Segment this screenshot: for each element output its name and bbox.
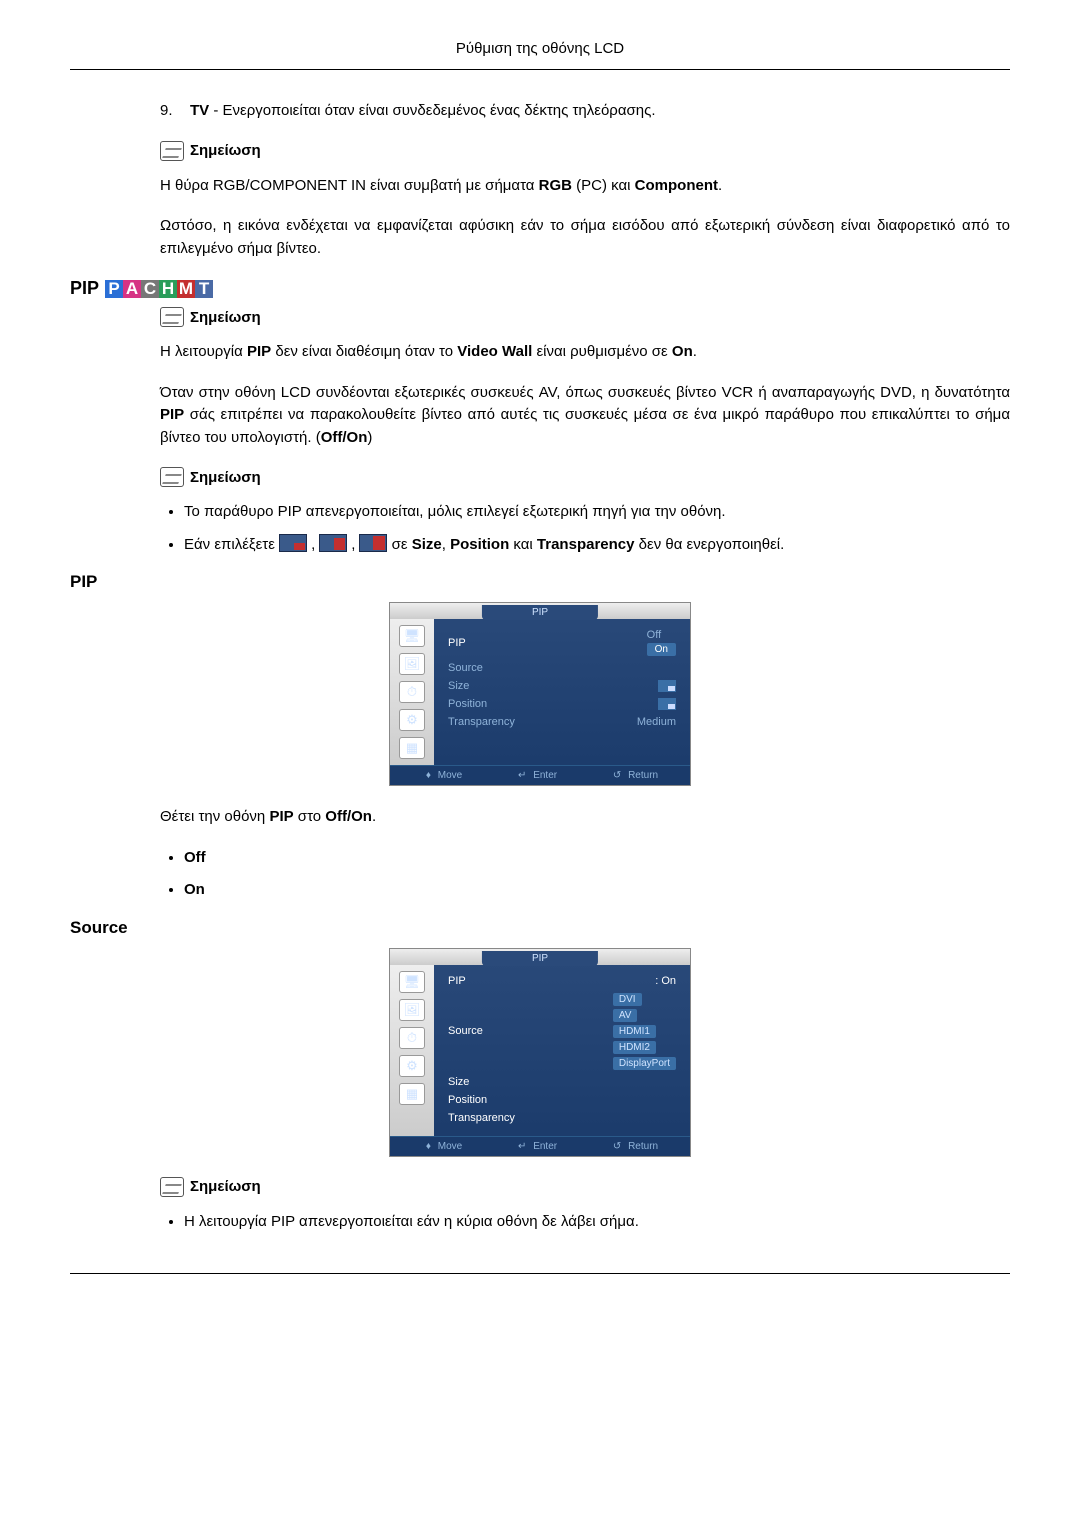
- osd-multi-icon: ▦: [399, 1083, 425, 1105]
- osd-time-icon: ⏱: [399, 1027, 425, 1049]
- pip-size-medium-icon: [319, 534, 347, 552]
- osd-position-thumb: [658, 698, 676, 710]
- osd-source-item: HDMI2: [613, 1041, 656, 1054]
- osd-setup-icon: ⚙: [399, 709, 425, 731]
- osd-label: PIP: [448, 637, 466, 649]
- heading-pip: PIP PACHMT: [70, 278, 1010, 299]
- osd-label: Source: [448, 1025, 483, 1037]
- osd-footer: ♦ Move ↵ Enter ↺ Return: [390, 1136, 690, 1156]
- note-3: Σημείωση: [160, 467, 1010, 487]
- osd-label: Position: [448, 1094, 487, 1106]
- osd-title: PIP: [482, 605, 598, 620]
- paragraph-rgb: Η θύρα RGB/COMPONENT IN είναι συμβατή με…: [160, 175, 1010, 198]
- osd-label: Transparency: [448, 1112, 515, 1124]
- osd-source-item: HDMI1: [613, 1025, 656, 1038]
- osd-footer-enter: ↵ Enter: [514, 1141, 557, 1152]
- note-label: Σημείωση: [190, 469, 261, 486]
- osd-source-item: DisplayPort: [613, 1057, 676, 1070]
- pip-size-icons: , ,: [279, 534, 387, 557]
- osd-footer: ♦ Move ↵ Enter ↺ Return: [390, 765, 690, 785]
- page-footer-rule: [70, 1273, 1010, 1274]
- osd-size-thumb: [658, 680, 676, 692]
- osd-input-icon: 🖥: [399, 971, 425, 993]
- osd-multi-icon: ▦: [399, 737, 425, 759]
- bullet-list-1: Το παράθυρο PIP απενεργοποιείται, μόλις …: [160, 501, 1010, 556]
- osd-time-icon: ⏱: [399, 681, 425, 703]
- osd-footer-move: ♦ Move: [422, 770, 462, 781]
- osd-value-on-selected: On: [647, 643, 676, 656]
- list-item-9: 9. TV - Ενεργοποιείται όταν είναι συνδεδ…: [160, 100, 1010, 123]
- bullet-item: Η λειτουργία PIP απενεργοποιείται εάν η …: [184, 1211, 1010, 1234]
- osd-setup-icon: ⚙: [399, 1055, 425, 1077]
- note-icon: [160, 141, 184, 161]
- note-icon: [160, 467, 184, 487]
- osd-sidebar: 🖥 🖼 ⏱ ⚙ ▦: [390, 965, 434, 1136]
- subheading-pip: PIP: [70, 572, 1010, 592]
- paragraph-set-offon: Θέτει την οθόνη PIP στο Off/On.: [160, 806, 1010, 829]
- osd-title: PIP: [482, 951, 598, 966]
- subheading-source: Source: [70, 918, 1010, 938]
- osd-value-off: Off: [647, 629, 661, 641]
- note-label: Σημείωση: [190, 142, 261, 159]
- bullet-on: On: [184, 879, 1010, 902]
- osd-source-item: AV: [613, 1009, 638, 1022]
- osd-value: : On: [655, 975, 676, 987]
- osd-label: Transparency: [448, 716, 515, 728]
- note-label: Σημείωση: [190, 309, 261, 326]
- paragraph-pip-desc: Όταν στην οθόνη LCD συνδέονται εξωτερικέ…: [160, 382, 1010, 450]
- item-number: 9.: [160, 100, 190, 123]
- osd-screenshot-source: PIP 🖥 🖼 ⏱ ⚙ ▦ PIP : On Source DVI AV HDMI…: [389, 948, 691, 1157]
- pip-mode-letters: PACHMT: [105, 280, 213, 298]
- paragraph-pip-avail: Η λειτουργία PIP δεν είναι διαθέσιμη ότα…: [160, 341, 1010, 364]
- note-icon: [160, 307, 184, 327]
- osd-picture-icon: 🖼: [399, 653, 425, 675]
- osd-label: Position: [448, 698, 487, 710]
- pip-size-small-icon: [279, 534, 307, 552]
- note-4: Σημείωση: [160, 1177, 1010, 1197]
- osd-value: Medium: [637, 716, 676, 728]
- osd-label: Source: [448, 662, 483, 674]
- osd-footer-return: ↺ Return: [609, 1141, 658, 1152]
- osd-sidebar: 🖥 🖼 ⏱ ⚙ ▦: [390, 619, 434, 765]
- pip-size-large-icon: [359, 534, 387, 552]
- bullet-item: Το παράθυρο PIP απενεργοποιείται, μόλις …: [184, 501, 1010, 524]
- osd-source-item: DVI: [613, 993, 642, 1006]
- note-1: Σημείωση: [160, 141, 1010, 161]
- note-2: Σημείωση: [160, 307, 1010, 327]
- osd-input-icon: 🖥: [399, 625, 425, 647]
- bullet-off: Off: [184, 847, 1010, 870]
- note-label: Σημείωση: [190, 1178, 261, 1195]
- bullet-list-3: Η λειτουργία PIP απενεργοποιείται εάν η …: [160, 1211, 1010, 1234]
- paragraph-warning: Ωστόσο, η εικόνα ενδέχεται να εμφανίζετα…: [160, 215, 1010, 260]
- osd-label: PIP: [448, 975, 466, 987]
- osd-label: Size: [448, 680, 469, 692]
- bullet-list-offon: Off On: [160, 847, 1010, 902]
- osd-source-list: DVI AV HDMI1 HDMI2 DisplayPort: [613, 993, 676, 1070]
- page-header: Ρύθμιση της οθόνης LCD: [70, 40, 1010, 70]
- osd-label: Size: [448, 1076, 469, 1088]
- osd-picture-icon: 🖼: [399, 999, 425, 1021]
- note-icon: [160, 1177, 184, 1197]
- item-text: TV - Ενεργοποιείται όταν είναι συνδεδεμέ…: [190, 100, 656, 123]
- osd-footer-move: ♦ Move: [422, 1141, 462, 1152]
- osd-screenshot-pip: PIP 🖥 🖼 ⏱ ⚙ ▦ PIP Off On Source Size Pos…: [389, 602, 691, 786]
- osd-footer-enter: ↵ Enter: [514, 770, 557, 781]
- osd-footer-return: ↺ Return: [609, 770, 658, 781]
- bullet-item: Εάν επιλέξετε , , σε Size, Position και …: [184, 534, 1010, 557]
